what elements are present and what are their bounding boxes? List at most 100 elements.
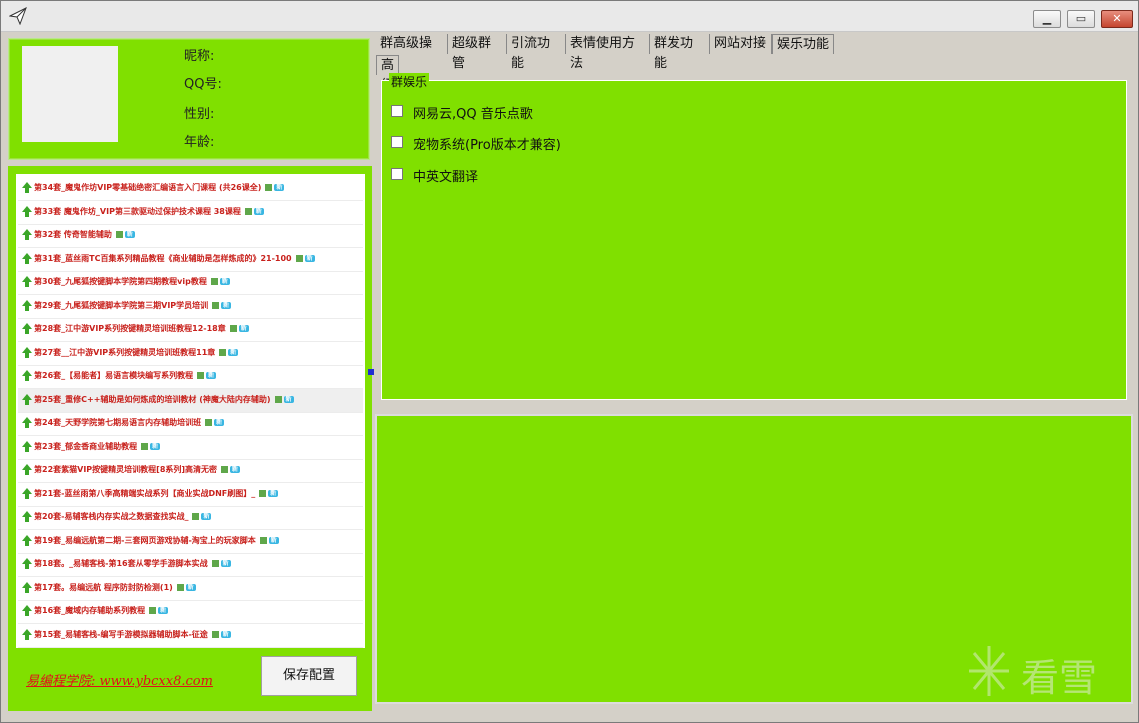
tab-group-advanced[interactable]: 群高级操作 (376, 34, 448, 71)
checkbox-box[interactable] (391, 136, 403, 148)
save-config-button[interactable]: 保存配置 (261, 656, 357, 696)
list-item[interactable]: 第23套_郁金香商业辅助教程 新 (18, 436, 363, 460)
qq-label: QQ号: (184, 77, 222, 92)
list-item-text: 第16套_魔域内存辅助系列教程 (34, 606, 146, 615)
list-item[interactable]: 第34套_魔鬼作坊VIP零基础绝密汇编语言入门课程 (共26课全) 新 (18, 177, 363, 201)
up-arrow-icon (22, 346, 32, 358)
age-label: 年龄: (184, 135, 215, 150)
tab-site-connect[interactable]: 网站对接 (710, 34, 772, 54)
new-badge: 新 (124, 231, 135, 238)
tab-traffic[interactable]: 引流功能 (507, 34, 566, 71)
list-item-text: 第22套紫猫VIP按键精灵培训教程[8系列]高清无密 (34, 465, 218, 474)
up-arrow-icon (22, 252, 32, 264)
list-item[interactable]: 第18套。_易辅客栈-第16套从零学手游脚本实战 新 (18, 553, 363, 577)
up-arrow-icon (22, 276, 32, 287)
list-item[interactable]: 第15套_易辅客栈-编写手游模拟器辅助脚本-征途 新 (18, 624, 363, 648)
list-item-text: 第21套-蓝丝雨第八季高精端实战系列【商业实战DNF刷图】_ (34, 488, 256, 498)
splitter-handle[interactable] (368, 369, 374, 375)
list-item[interactable]: 第27套__江中游VIP系列按键精灵培训班教程11章 新 (18, 342, 363, 366)
title-bar[interactable]: ▁ ▭ ✕ (1, 1, 1138, 32)
list-item[interactable]: 第30套_九尾狐按键脚本学院第四期教程vip教程 新 (18, 271, 363, 295)
list-item-label: 第20套-易辅客栈内存实战之数据查找实战_ 新 (34, 511, 212, 522)
gender-label: 性别: (184, 107, 215, 122)
list-item[interactable]: 第19套_易编远航第二期-三套网页游戏协辅-淘宝上的玩家脚本 新 (18, 530, 363, 554)
new-badge: 新 (201, 513, 212, 520)
maximize-button[interactable]: ▭ (1067, 10, 1095, 28)
close-button[interactable]: ✕ (1101, 10, 1133, 28)
checkbox-box[interactable] (391, 105, 403, 117)
new-badge: 新 (214, 419, 225, 426)
up-arrow-icon (22, 417, 32, 428)
download-icon (244, 207, 252, 215)
new-badge: 新 (220, 560, 231, 567)
list-item[interactable]: 第22套紫猫VIP按键精灵培训教程[8系列]高清无密 新 (18, 459, 363, 483)
download-icon (295, 254, 303, 262)
checkbox-box[interactable] (391, 168, 403, 180)
list-item[interactable]: 第32套 传奇智能辅助 新 (18, 224, 363, 248)
new-badge: 新 (304, 254, 315, 262)
list-item[interactable]: 第33套 魔鬼作坊_VIP第三款驱动过保护技术课程 38课程 新 (18, 201, 363, 225)
new-badge: 新 (283, 395, 294, 403)
new-badge: 新 (228, 348, 239, 356)
tab-emoji-help[interactable]: 表情使用方法 (566, 34, 650, 71)
list-item-label: 第19套_易编远航第二期-三套网页游戏协辅-淘宝上的玩家脚本 新 (34, 535, 279, 546)
checkbox-label: 网易云,QQ 音乐点歌 (413, 107, 533, 122)
list-item-label: 第15套_易辅客栈-编写手游模拟器辅助脚本-征途 新 (34, 629, 231, 640)
list-item-label: 第28套_江中游VIP系列按键精灵培训班教程12-18章 新 (34, 323, 249, 334)
subtab-advanced-entertainment[interactable]: 高级娱乐功能 (376, 55, 400, 173)
avatar (22, 46, 118, 142)
list-item-text: 第30套_九尾狐按键脚本学院第四期教程vip教程 (34, 277, 207, 286)
list-item-text: 第28套_江中游VIP系列按键精灵培训班教程12-18章 (34, 324, 226, 333)
download-icon (219, 348, 227, 356)
up-arrow-icon (22, 511, 32, 522)
up-arrow-icon (22, 182, 32, 193)
minimize-button[interactable]: ▁ (1033, 10, 1061, 28)
list-item[interactable]: 第20套-易辅客栈内存实战之数据查找实战_ 新 (18, 506, 363, 530)
list-item[interactable]: 第29套_九尾狐按键脚本学院第三期VIP学员培训 新 (18, 295, 363, 319)
list-item-label: 第27套__江中游VIP系列按键精灵培训班教程11章 新 (34, 347, 239, 358)
list-item-text: 第32套 传奇智能辅助 (34, 230, 112, 239)
list-item-label: 第22套紫猫VIP按键精灵培训教程[8系列]高清无密 新 (34, 464, 241, 475)
list-item-text: 第33套 魔鬼作坊_VIP第三款驱动过保护技术课程 38课程 (34, 206, 241, 216)
profile-panel: 昵称: QQ号: 性别: 年龄: (8, 38, 370, 160)
minimize-icon: ▁ (1042, 12, 1052, 25)
list-item-label: 第29套_九尾狐按键脚本学院第三期VIP学员培训 新 (34, 300, 232, 311)
list-item-text: 第27套__江中游VIP系列按键精灵培训班教程11章 (34, 347, 216, 357)
download-icon (211, 630, 219, 638)
list-item[interactable]: 第17套。易编远航 程序防封防检测(1) 新 (18, 577, 363, 601)
list-item[interactable]: 第28套_江中游VIP系列按键精灵培训班教程12-18章 新 (18, 318, 363, 342)
download-icon (197, 372, 205, 379)
list-item-text: 第17套。易编远航 程序防封防检测(1) (34, 582, 173, 592)
list-item[interactable]: 第31套_蓝丝雨TC百集系列精品教程《商业辅助是怎样炼成的》21-100 新 (18, 248, 363, 272)
tab-entertainment[interactable]: 娱乐功能 (772, 34, 834, 54)
list-item-label: 第31套_蓝丝雨TC百集系列精品教程《商业辅助是怎样炼成的》21-100 新 (34, 253, 315, 264)
group-title: 群娱乐 (389, 73, 430, 90)
list-item-label: 第25套_重修C++辅助是如何炼成的培训教材 (神魔大陆内存辅助) 新 (34, 394, 294, 405)
list-item[interactable]: 第25套_重修C++辅助是如何炼成的培训教材 (神魔大陆内存辅助) 新 (18, 388, 363, 413)
course-list[interactable]: 第34套_魔鬼作坊VIP零基础绝密汇编语言入门课程 (共26课全) 新第33套 魔… (16, 174, 365, 648)
up-arrow-icon (22, 205, 32, 217)
site-link[interactable]: 易编程学院: www.ybcxx8.com (26, 670, 213, 689)
list-item[interactable]: 第24套_天野学院第七期易语言内存辅助培训班 新 (18, 412, 363, 436)
new-badge: 新 (238, 325, 249, 332)
list-item[interactable]: 第26套_【易能者】易语言模块编写系列教程 新 (18, 365, 363, 389)
watermark-text: 看雪 (1021, 656, 1098, 700)
list-item-text: 第19套_易编远航第二期-三套网页游戏协辅-淘宝上的玩家脚本 (34, 535, 256, 545)
list-item-label: 第32套 传奇智能辅助 新 (34, 229, 135, 240)
download-icon (274, 395, 282, 403)
download-icon (176, 583, 184, 591)
download-icon (259, 536, 267, 544)
new-badge: 新 (230, 466, 241, 473)
new-badge: 新 (253, 207, 264, 215)
download-icon (229, 325, 237, 332)
list-item-label: 第24套_天野学院第七期易语言内存辅助培训班 新 (34, 417, 225, 428)
list-item[interactable]: 第21套-蓝丝雨第八季高精端实战系列【商业实战DNF刷图】_ 新 (18, 483, 363, 507)
list-item-text: 第20套-易辅客栈内存实战之数据查找实战_ (34, 512, 189, 521)
list-item-text: 第34套_魔鬼作坊VIP零基础绝密汇编语言入门课程 (共26课全) (34, 183, 262, 192)
list-item[interactable]: 第16套_魔域内存辅助系列教程 新 (18, 600, 363, 624)
new-badge: 新 (274, 184, 285, 191)
tab-super-admin[interactable]: 超级群管 (448, 34, 507, 71)
up-arrow-icon (22, 370, 32, 381)
tab-mass-send[interactable]: 群发功能 (650, 34, 710, 71)
main-window: ▁ ▭ ✕ 昵称: QQ号: 性别: 年龄: 第34套_魔鬼作坊VIP零基础绝密… (0, 0, 1139, 723)
